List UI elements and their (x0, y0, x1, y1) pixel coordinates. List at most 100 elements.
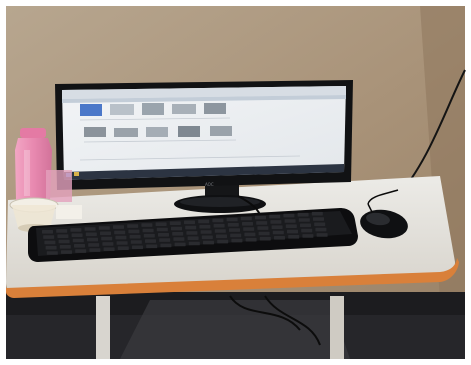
keyboard-key (145, 239, 156, 243)
keyboard-key (84, 227, 96, 231)
keyboard-key (43, 235, 55, 239)
keyboard-key (169, 221, 181, 225)
keyboard-key (56, 229, 68, 233)
monitor-brand-label: AOC (205, 182, 214, 187)
keyboard-key (59, 245, 71, 249)
keyboard-key (217, 239, 229, 244)
keyboard-key (132, 245, 143, 250)
keyboard-key (229, 228, 240, 232)
keyboard-key (71, 233, 83, 237)
keyboard-key (288, 235, 300, 239)
desk-leg-left (96, 296, 110, 359)
keyboard-key (284, 219, 296, 223)
keyboard-key (185, 225, 197, 230)
keyboard-key (200, 230, 212, 234)
keyboard-key (155, 222, 167, 226)
keyboard-key (297, 212, 309, 217)
keyboard-key (213, 223, 225, 228)
keyboard-key (298, 218, 310, 222)
keyboard-key (244, 232, 256, 237)
keyboard-key (113, 225, 124, 229)
keyboard-key (74, 244, 85, 248)
keyboard-key (89, 248, 101, 252)
desk-leg-right (330, 296, 344, 359)
keyboard-key (214, 229, 226, 233)
keyboard-key (300, 223, 311, 228)
keyboard-key (187, 236, 199, 240)
keyboard-key (143, 233, 155, 238)
keyboard-key (70, 228, 82, 232)
keyboard-key (58, 239, 70, 244)
keyboard-key (75, 249, 87, 253)
keyboard-key (128, 229, 140, 234)
keyboard-key (314, 222, 326, 227)
keyboard-key (160, 243, 172, 248)
keyboard-key (117, 246, 129, 250)
keyboard-key (188, 241, 200, 246)
keyboard-key (141, 223, 153, 227)
keyboard-key (46, 251, 58, 255)
keyboard-key (44, 240, 56, 245)
keyboard-key (245, 237, 257, 242)
keyboard-key (270, 220, 282, 224)
keyboard-key (184, 220, 195, 225)
keyboard-key (156, 227, 168, 232)
keyboard-key (212, 218, 224, 223)
keyboard-key (103, 247, 115, 251)
keyboard-key (57, 234, 69, 238)
keyboard-key (158, 233, 169, 237)
keyboard-key (87, 237, 98, 242)
keyboard-key (88, 243, 100, 247)
keyboard-key (287, 229, 298, 234)
keyboard-key (100, 231, 111, 236)
keyboard-key (142, 228, 154, 233)
keyboard-key (171, 226, 182, 231)
keyboard-key (199, 224, 211, 229)
keyboard-key (146, 244, 158, 249)
keyboard-key (301, 228, 313, 233)
keyboard-key (101, 236, 113, 241)
keyboard-key (61, 250, 72, 254)
keyboard-key (313, 217, 324, 221)
keyboard-key (130, 240, 142, 244)
keyboard-key (201, 235, 213, 240)
keyboard-key (230, 233, 242, 238)
keyboard-key (259, 236, 271, 241)
keyboard-key (115, 235, 127, 240)
keyboard-key (285, 224, 297, 228)
keyboard-key (98, 226, 110, 230)
keyboard-key (257, 226, 269, 230)
keyboard-key (102, 242, 114, 246)
keyboard-key (243, 227, 255, 231)
keyboard-key (316, 233, 328, 237)
keyboard-key (283, 213, 295, 218)
keyboard-key (315, 227, 327, 232)
keyboard-key (186, 231, 198, 235)
keyboard-key (256, 221, 268, 225)
keyboard-key (302, 234, 314, 238)
keyboard-key (127, 224, 139, 228)
keyboard-key (274, 236, 285, 240)
keyboard-key (311, 211, 323, 216)
keyboard-key (198, 219, 210, 224)
keyboard-key (203, 240, 214, 245)
keyboard-key (72, 238, 84, 243)
keyboard-key (114, 230, 126, 235)
keyboard-key (216, 234, 227, 239)
keyboard-key (45, 245, 57, 250)
keyboard-key (116, 241, 128, 245)
keyboard-key (271, 225, 283, 229)
keyboard-key (42, 230, 53, 234)
keyboard-key (269, 214, 281, 219)
keyboard-key (255, 215, 266, 220)
keyboard-key (272, 230, 284, 235)
photo-scene: AOC (0, 0, 471, 365)
keyboard-key (174, 242, 186, 247)
keyboard-key (231, 238, 243, 243)
keyboard-key (172, 232, 184, 236)
keyboard-key (159, 238, 171, 242)
keyboard-key (173, 237, 185, 241)
keyboard-key (129, 234, 141, 239)
keyboard-key (226, 217, 238, 222)
keyboard-key (242, 222, 253, 226)
